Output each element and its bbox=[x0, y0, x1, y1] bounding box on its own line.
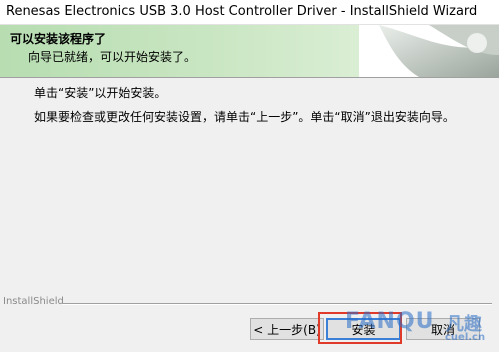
back-button[interactable]: < 上一步(B) bbox=[250, 318, 324, 340]
header-banner: 可以安装该程序了 向导已就绪，可以开始安装了。 bbox=[0, 25, 499, 78]
instruction-line-1: 单击“安装”以开始安装。 bbox=[34, 86, 167, 100]
instruction-line-2: 如果要检查或更改任何安装设置，请单击“上一步”。单击“取消”退出安装向导。 bbox=[34, 110, 455, 124]
watermark-domain: cuel.cn bbox=[445, 332, 486, 343]
watermark-logo-text: FANQU bbox=[345, 309, 435, 334]
banner-subheading: 向导已就绪，可以开始安装了。 bbox=[28, 50, 197, 64]
installshield-brand: InstallShield bbox=[3, 296, 64, 307]
banner-graphic bbox=[359, 25, 499, 77]
banner-heading: 可以安装该程序了 bbox=[10, 32, 107, 46]
footer-divider bbox=[62, 303, 492, 305]
title-bar: Renesas Electronics USB 3.0 Host Control… bbox=[0, 0, 499, 25]
window-title: Renesas Electronics USB 3.0 Host Control… bbox=[6, 4, 478, 19]
